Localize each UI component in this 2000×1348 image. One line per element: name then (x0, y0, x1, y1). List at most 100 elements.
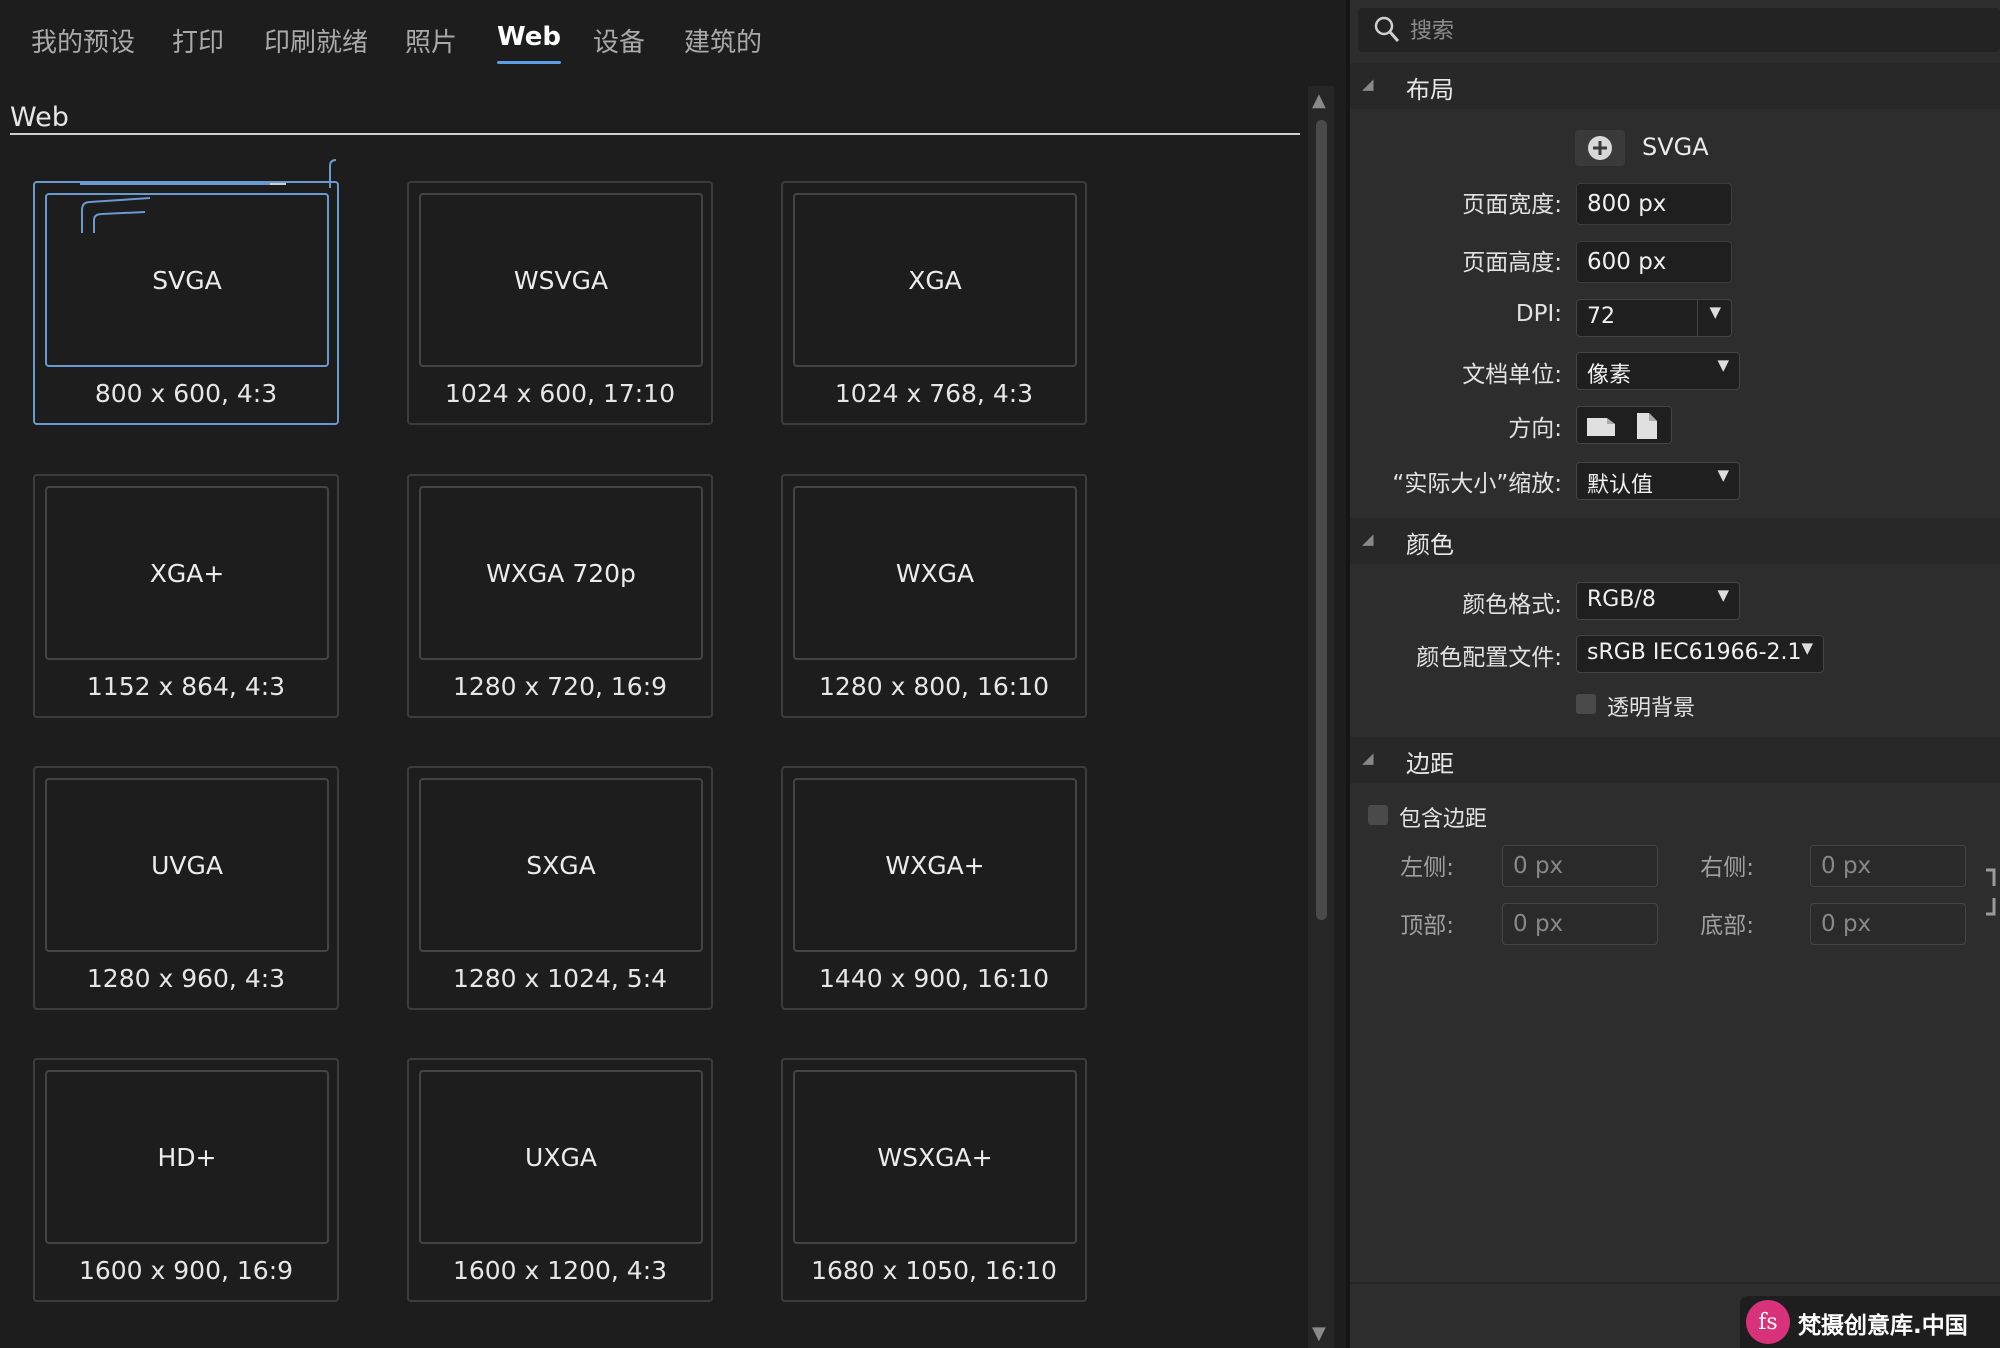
include-margins-label: 包含边距 (1399, 807, 1488, 832)
preset-name: WXGA 720p (486, 558, 636, 588)
preset-card-wxga-plus[interactable]: WXGA+ 1440 x 900, 16:10 (781, 766, 1087, 1010)
preset-thumbnail: UXGA (419, 1070, 703, 1244)
preset-size: 1440 x 900, 16:10 (819, 964, 1049, 993)
preset-card-svga[interactable]: SVGA 800 x 600, 4:3 (33, 181, 339, 425)
preset-card-xga[interactable]: XGA 1024 x 768, 4:3 (781, 181, 1087, 425)
section-divider (10, 133, 1300, 135)
preset-card-wsvga[interactable]: WSVGA 1024 x 600, 17:10 (407, 181, 713, 425)
margin-top-label: 顶部: (1400, 913, 1454, 939)
chevron-down-icon: ▼ (1709, 303, 1721, 321)
document-unit-value: 像素 (1587, 363, 1632, 388)
link-margins-icon[interactable] (1984, 866, 2000, 918)
document-settings-panel: ◢ 布局 SVGA 页面宽度: 页面高度: DPI: 72 ▼ 文档单位: 像素… (1350, 0, 2000, 1348)
preset-name: SVGA (152, 265, 222, 295)
collapse-triangle-icon[interactable]: ◢ (1362, 530, 1374, 548)
preset-panel: 我的预设 打印 印刷就绪 照片 Web 设备 建筑的 Web SVGA 800 … (0, 0, 1346, 1348)
chevron-down-icon: ▼ (1717, 466, 1729, 484)
color-profile-value: sRGB IEC61966-2.1 (1587, 640, 1802, 665)
preset-card-wxga[interactable]: WXGA 1280 x 800, 16:10 (781, 474, 1087, 718)
color-section-header[interactable]: ◢ 颜色 (1350, 518, 2000, 564)
scroll-down-icon[interactable]: ▼ (1312, 1323, 1326, 1344)
transparent-background-checkbox[interactable] (1576, 694, 1596, 714)
watermark: fs 梵摄创意库.中国 (1740, 1296, 2000, 1348)
margin-left-field[interactable] (1502, 845, 1658, 887)
color-format-label: 颜色格式: (1462, 592, 1562, 618)
preset-thumbnail: HD+ (45, 1070, 329, 1244)
tab-web[interactable]: Web (497, 22, 561, 64)
preset-card-wxga-720p[interactable]: WXGA 720p 1280 x 720, 16:9 (407, 474, 713, 718)
chevron-down-icon: ▼ (1717, 586, 1729, 604)
collapse-triangle-icon[interactable]: ◢ (1362, 749, 1374, 767)
section-header-title: 布局 (1406, 76, 1454, 104)
preset-thumbnail: WXGA 720p (419, 486, 703, 660)
preset-card-wsxga-plus[interactable]: WSXGA+ 1680 x 1050, 16:10 (781, 1058, 1087, 1302)
preset-size: 1680 x 1050, 16:10 (811, 1256, 1057, 1285)
section-header-title: 边距 (1406, 750, 1454, 778)
search-icon (1374, 16, 1400, 42)
preset-thumbnail: WXGA (793, 486, 1077, 660)
tab-devices[interactable]: 设备 (593, 22, 645, 59)
preset-size: 1024 x 600, 17:10 (445, 379, 675, 408)
orientation-toggle (1576, 406, 1672, 444)
color-format-value: RGB/8 (1587, 587, 1656, 612)
preset-name: UVGA (151, 850, 223, 880)
search-input[interactable] (1408, 12, 1992, 50)
preset-thumbnail: XGA+ (45, 486, 329, 660)
document-unit-label: 文档单位: (1462, 362, 1562, 388)
chevron-down-icon: ▼ (1801, 639, 1813, 657)
orientation-label: 方向: (1508, 416, 1562, 442)
tab-architectural[interactable]: 建筑的 (684, 22, 762, 59)
color-format-select[interactable]: RGB/8 ▼ (1576, 582, 1740, 620)
preset-size: 1600 x 900, 16:9 (78, 1256, 294, 1285)
scroll-up-icon[interactable]: ▲ (1312, 90, 1326, 111)
preset-thumbnail: SVGA (45, 193, 329, 367)
landscape-page-icon[interactable] (1585, 416, 1617, 438)
page-height-field[interactable] (1576, 241, 1732, 283)
margin-right-label: 右侧: (1700, 855, 1754, 881)
transparent-background-label: 透明背景 (1607, 696, 1696, 721)
preset-size: 1280 x 1024, 5:4 (452, 964, 668, 993)
preset-thumbnail: SXGA (419, 778, 703, 952)
margin-left-label: 左侧: (1400, 855, 1454, 881)
tab-photo[interactable]: 照片 (405, 22, 457, 59)
preset-name: XGA+ (149, 558, 225, 588)
document-unit-select[interactable]: 像素 ▼ (1576, 352, 1740, 390)
preset-card-uxga[interactable]: UXGA 1600 x 1200, 4:3 (407, 1058, 713, 1302)
add-preset-button[interactable] (1575, 130, 1625, 166)
margin-bottom-field[interactable] (1810, 903, 1966, 945)
tab-my-presets[interactable]: 我的预设 (31, 22, 135, 59)
preset-size: 1600 x 1200, 4:3 (452, 1256, 668, 1285)
section-title: Web (10, 102, 69, 133)
scroll-thumb[interactable] (1316, 120, 1327, 920)
preset-scrollbar[interactable]: ▲ ▼ (1308, 86, 1334, 1348)
page-width-label: 页面宽度: (1462, 192, 1562, 218)
preset-card-uvga[interactable]: UVGA 1280 x 960, 4:3 (33, 766, 339, 1010)
margin-top-field[interactable] (1502, 903, 1658, 945)
actual-size-scale-value: 默认值 (1587, 473, 1654, 498)
dpi-select[interactable]: 72 ▼ (1576, 299, 1732, 337)
tab-print[interactable]: 打印 (172, 22, 224, 59)
margins-section-header[interactable]: ◢ 边距 (1350, 737, 2000, 783)
preset-name: WSVGA (513, 265, 609, 295)
actual-size-scale-label: “实际大小”缩放: (1392, 471, 1562, 497)
preset-card-hd-plus[interactable]: HD+ 1600 x 900, 16:9 (33, 1058, 339, 1302)
watermark-logo: fs (1746, 1300, 1790, 1344)
color-profile-select[interactable]: sRGB IEC61966-2.1 ▼ (1576, 635, 1824, 673)
bottom-bar (1350, 1282, 2000, 1284)
preset-card-xga-plus[interactable]: XGA+ 1152 x 864, 4:3 (33, 474, 339, 718)
preset-thumbnail: WSXGA+ (793, 1070, 1077, 1244)
section-header-title: 颜色 (1406, 531, 1454, 559)
portrait-page-icon[interactable] (1635, 411, 1659, 441)
preset-name: UXGA (525, 1142, 597, 1172)
include-margins-checkbox[interactable] (1368, 805, 1388, 825)
margin-right-field[interactable] (1810, 845, 1966, 887)
preset-name: HD+ (157, 1142, 217, 1172)
collapse-triangle-icon[interactable]: ◢ (1362, 75, 1374, 93)
actual-size-scale-select[interactable]: 默认值 ▼ (1576, 462, 1740, 500)
tab-press-ready[interactable]: 印刷就绪 (264, 22, 368, 59)
layout-section-header[interactable]: ◢ 布局 (1350, 63, 2000, 109)
preset-size: 1152 x 864, 4:3 (86, 672, 286, 701)
page-width-field[interactable] (1576, 183, 1732, 225)
preset-thumbnail: WSVGA (419, 193, 703, 367)
preset-card-sxga[interactable]: SXGA 1280 x 1024, 5:4 (407, 766, 713, 1010)
